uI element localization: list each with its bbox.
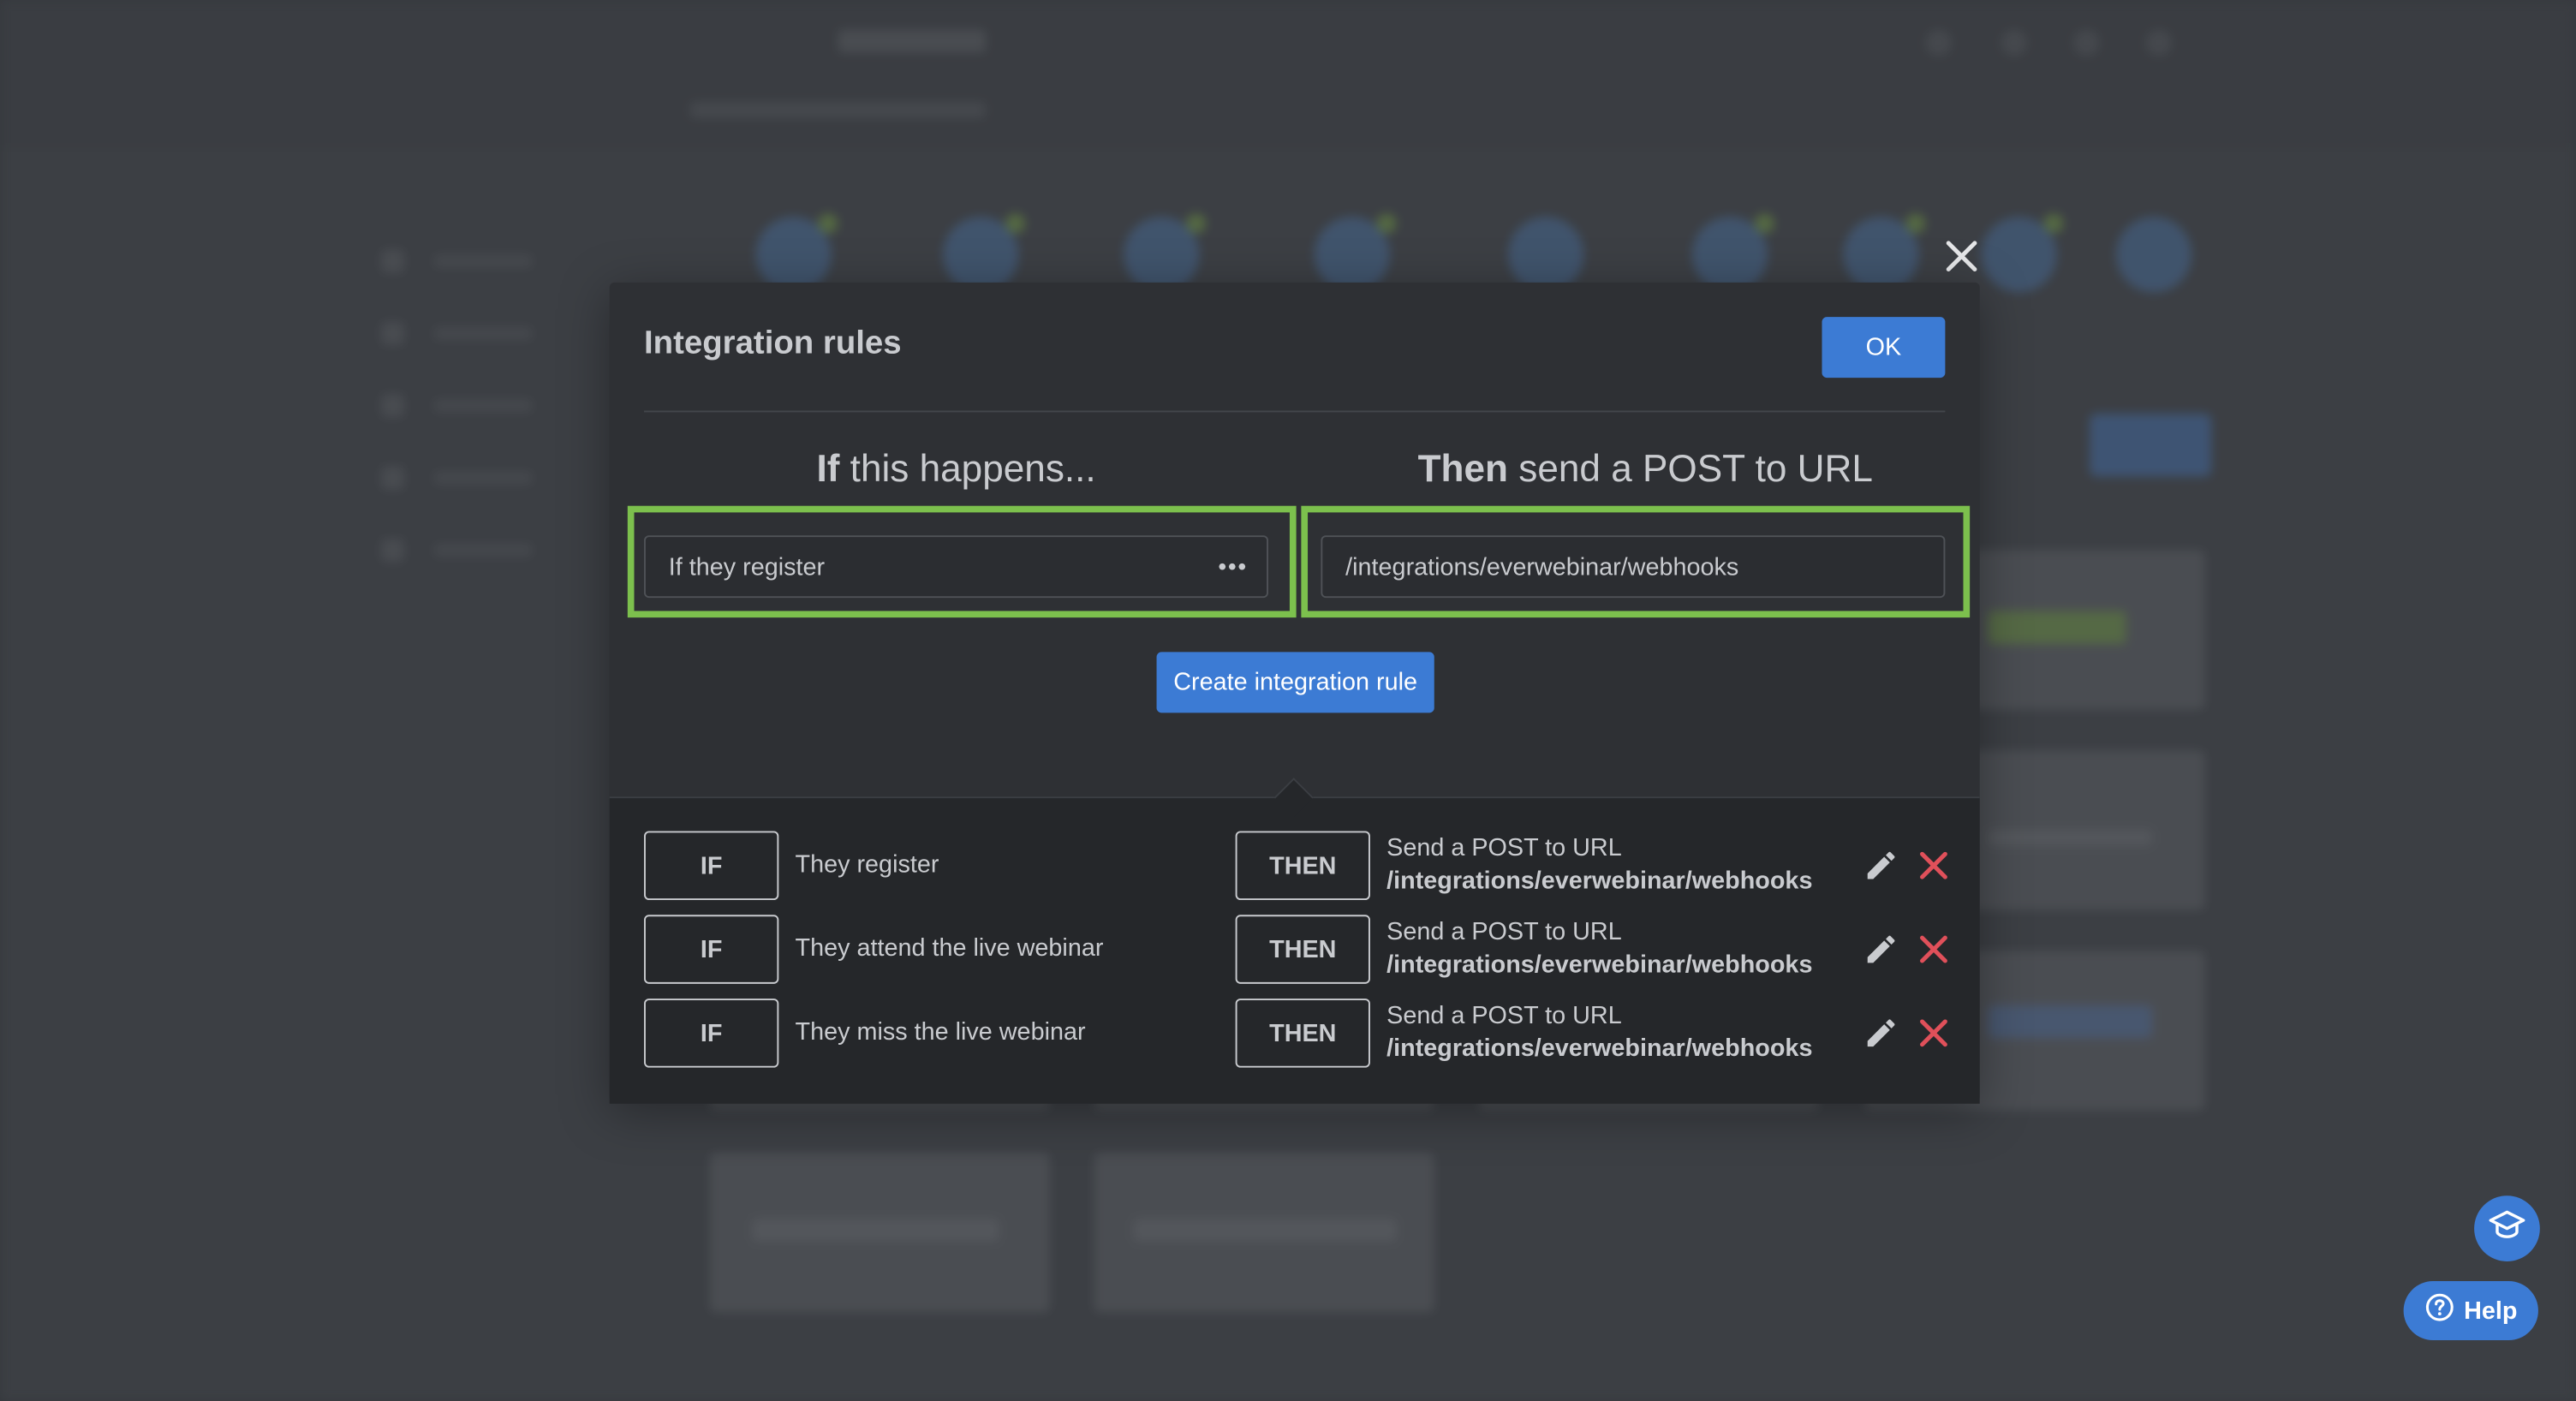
then-tag: THEN — [1235, 831, 1370, 901]
if-tag: IF — [644, 999, 779, 1068]
pencil-icon[interactable] — [1863, 931, 1899, 967]
if-column-heading: If this happens... — [816, 447, 1095, 492]
url-input[interactable]: /integrations/everwebinar/webhooks — [1321, 535, 1946, 599]
rule-condition: They attend the live webinar — [795, 934, 1104, 963]
rule-row: IF They miss the live webinar THEN Send … — [610, 999, 1980, 1070]
rule-condition: They miss the live webinar — [795, 1018, 1086, 1046]
then-column-heading: Then send a POST to URL — [1418, 447, 1873, 492]
help-button[interactable]: Help — [2403, 1280, 2538, 1341]
integration-rules-modal: Integration rules OK If this happens... … — [609, 282, 1980, 1104]
more-horizontal-icon[interactable] — [1214, 550, 1250, 582]
rule-row: IF They register THEN Send a POST to URL… — [610, 831, 1980, 903]
help-label: Help — [2464, 1297, 2518, 1325]
ok-button[interactable]: OK — [1822, 317, 1946, 379]
delete-x-icon[interactable] — [1916, 848, 1952, 884]
then-heading-rest: send a POST to URL — [1508, 446, 1873, 490]
academy-button[interactable] — [2474, 1195, 2540, 1261]
then-tag: THEN — [1235, 999, 1370, 1068]
rule-url: /integrations/everwebinar/webhooks — [1386, 867, 1813, 896]
graduation-cap-icon — [2487, 1205, 2526, 1253]
rule-condition: They register — [795, 850, 939, 879]
modal-title: Integration rules — [644, 325, 902, 361]
create-integration-rule-button[interactable]: Create integration rule — [1156, 652, 1434, 713]
rule-url: /integrations/everwebinar/webhooks — [1386, 951, 1813, 980]
rule-url: /integrations/everwebinar/webhooks — [1386, 1034, 1813, 1063]
close-icon[interactable] — [1939, 233, 1985, 279]
if-heading-bold: If — [816, 446, 840, 490]
condition-select-value: If they register — [668, 552, 826, 581]
delete-x-icon[interactable] — [1916, 1015, 1952, 1051]
if-tag: IF — [644, 915, 779, 984]
pencil-icon[interactable] — [1863, 848, 1899, 884]
rule-action: Send a POST to URL — [1386, 1001, 1622, 1030]
delete-x-icon[interactable] — [1916, 931, 1952, 967]
pencil-icon[interactable] — [1863, 1015, 1899, 1051]
url-input-value: /integrations/everwebinar/webhooks — [1345, 552, 1739, 581]
modal-divider — [644, 410, 1946, 413]
rule-action: Send a POST to URL — [1386, 834, 1622, 862]
if-tag: IF — [644, 831, 779, 901]
then-heading-bold: Then — [1417, 446, 1509, 490]
rule-action: Send a POST to URL — [1386, 918, 1622, 946]
condition-select[interactable]: If they register — [644, 535, 1269, 599]
rule-row: IF They attend the live webinar THEN Sen… — [610, 915, 1980, 987]
if-heading-rest: this happens... — [839, 446, 1096, 490]
then-tag: THEN — [1235, 915, 1370, 984]
question-circle-icon — [2424, 1292, 2454, 1328]
